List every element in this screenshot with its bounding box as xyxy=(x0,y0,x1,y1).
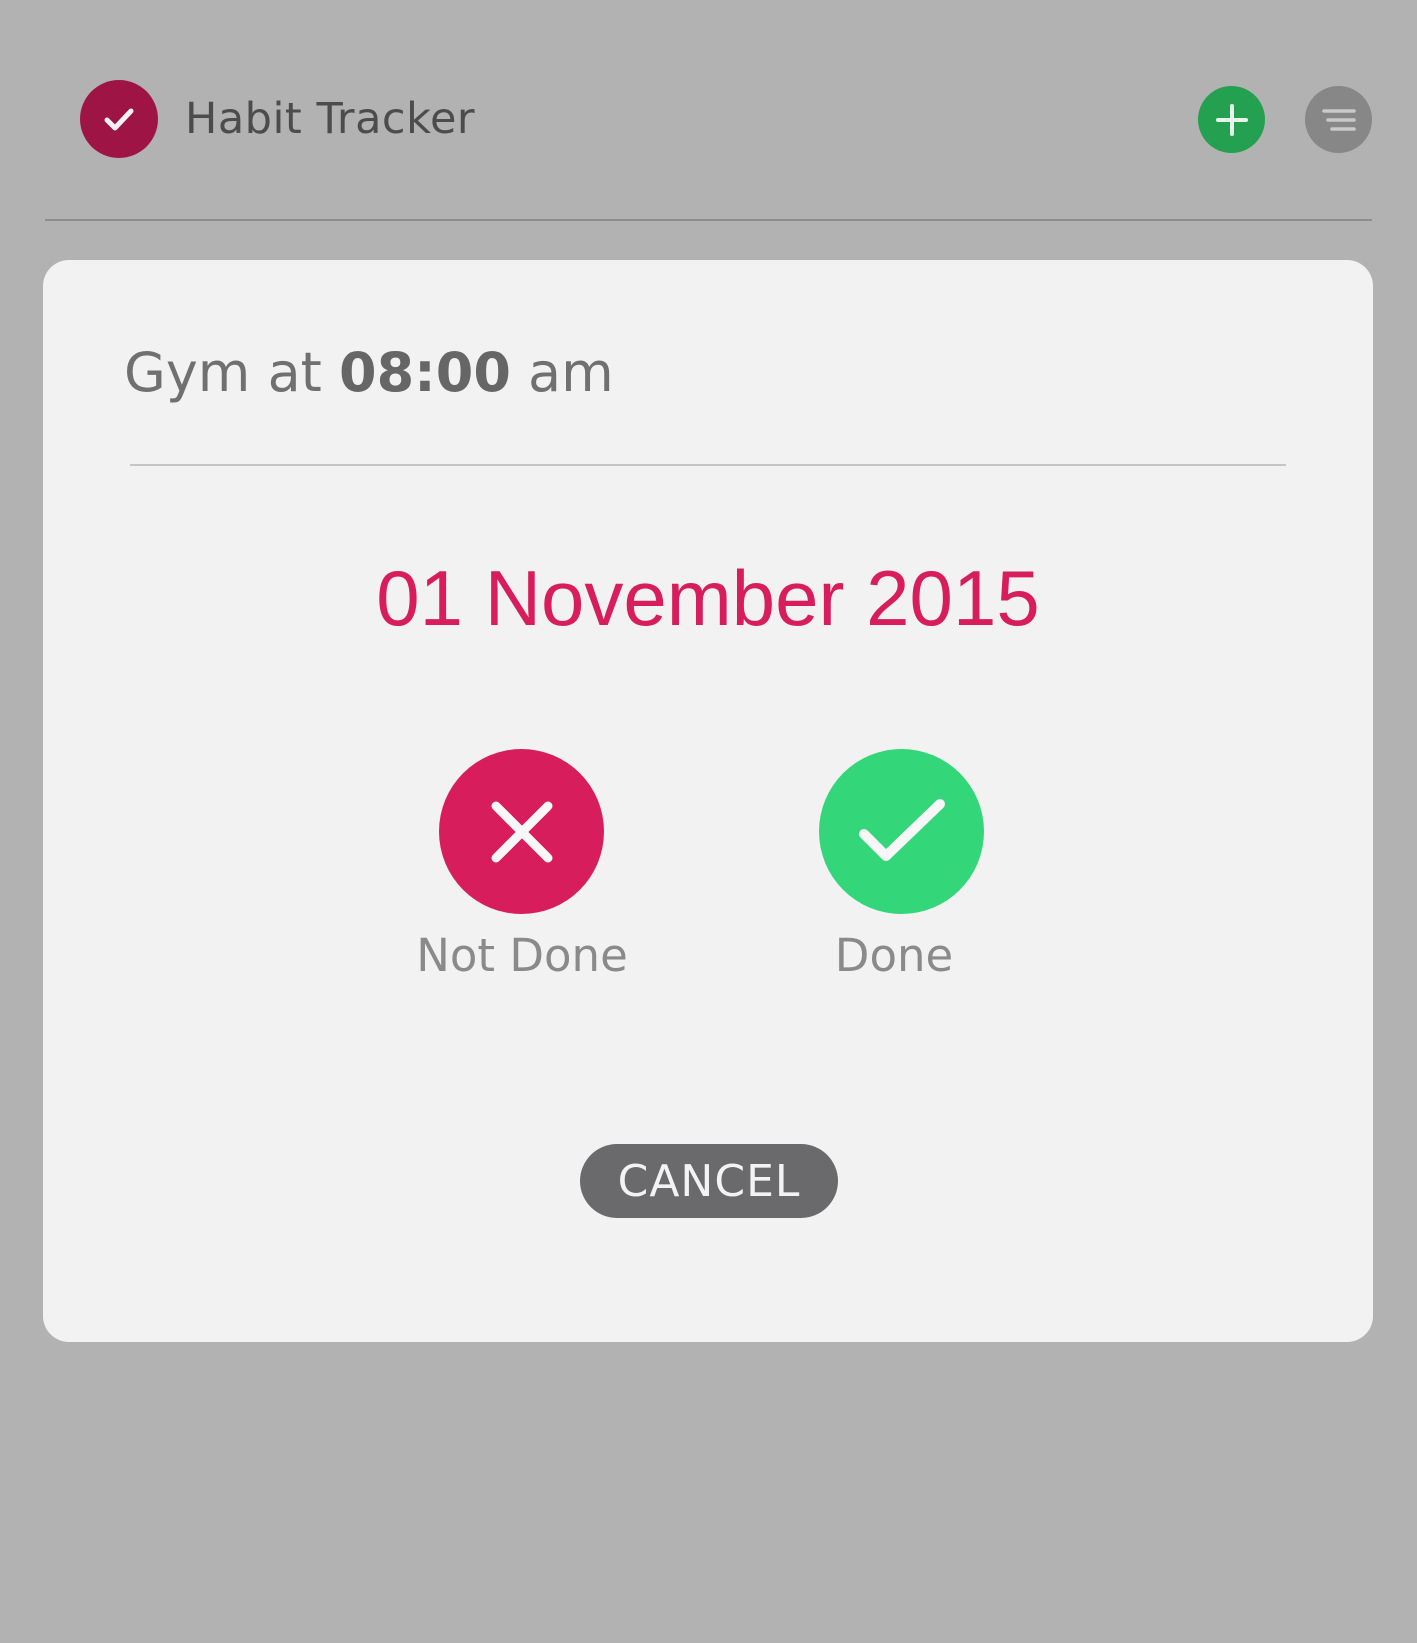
done-circle[interactable] xyxy=(819,749,984,914)
not-done-circle[interactable] xyxy=(439,749,604,914)
app-header: Habit Tracker xyxy=(0,0,1417,222)
habit-period: am xyxy=(510,341,614,404)
habit-status-dialog: Gym at 08:00 am 01 November 2015 Not Don… xyxy=(43,260,1373,1342)
cancel-button[interactable]: CANCEL xyxy=(580,1144,838,1218)
header-divider xyxy=(45,219,1372,221)
done-label: Done xyxy=(834,929,954,982)
habit-heading: Gym at 08:00 am xyxy=(124,338,614,408)
close-icon xyxy=(491,801,552,862)
habit-connector: at xyxy=(250,341,339,404)
check-icon xyxy=(104,108,134,131)
menu-icon xyxy=(1321,108,1356,131)
habit-name: Gym xyxy=(124,341,251,404)
menu-button[interactable] xyxy=(1305,86,1372,153)
done-button[interactable]: Done xyxy=(778,749,1038,989)
not-done-button[interactable]: Not Done xyxy=(398,749,658,989)
habit-date: 01 November 2015 xyxy=(376,554,1040,642)
plus-icon xyxy=(1215,103,1248,136)
add-habit-button[interactable] xyxy=(1198,86,1265,153)
app-logo xyxy=(80,80,158,158)
dialog-divider xyxy=(130,464,1286,466)
habit-time: 08:00 xyxy=(339,341,511,404)
app-title: Habit Tracker xyxy=(185,94,476,144)
not-done-label: Not Done xyxy=(416,929,628,982)
check-icon xyxy=(858,798,945,861)
